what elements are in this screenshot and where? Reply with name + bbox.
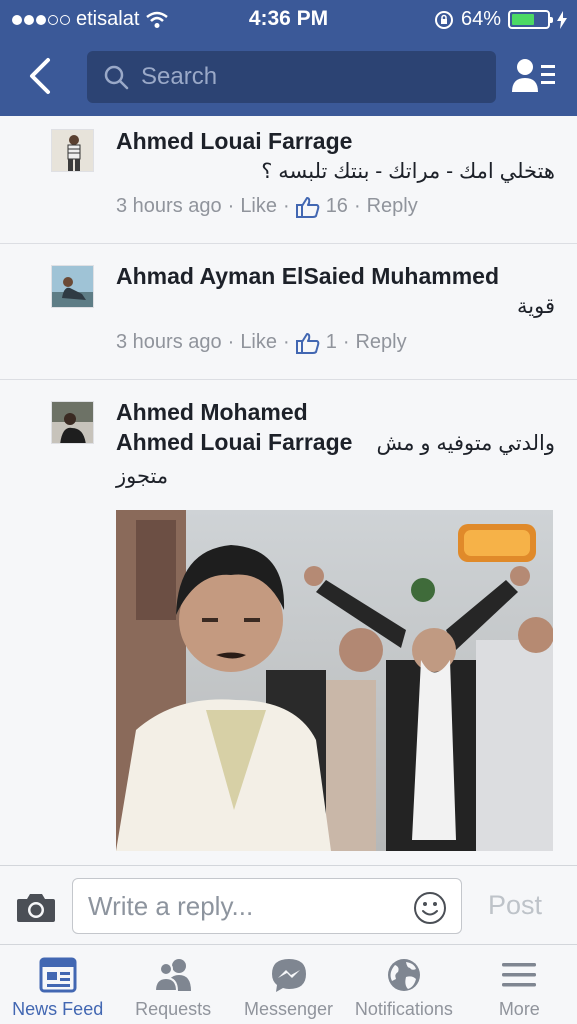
post-button[interactable]: Post — [488, 890, 542, 921]
comment-meta: 3 hours ago · Like · 1 · Reply — [116, 331, 407, 354]
rotation-lock-icon — [434, 10, 453, 29]
comment-gif-image[interactable] — [116, 510, 553, 851]
friends-list-icon[interactable] — [510, 56, 558, 96]
avatar[interactable] — [51, 129, 94, 172]
like-button[interactable]: Like — [240, 195, 277, 218]
tab-notifications[interactable]: Notifications — [346, 945, 461, 1024]
comment-time: 3 hours ago — [116, 195, 222, 217]
like-count: 1 — [325, 331, 337, 353]
comment-text: قوية — [517, 295, 555, 318]
search-input[interactable]: Search — [87, 51, 496, 103]
tab-label: Messenger — [243, 999, 334, 1019]
comment-time: 3 hours ago — [116, 331, 222, 353]
separator: · — [283, 195, 290, 217]
tab-label: News Feed — [12, 999, 104, 1019]
comments-list: Ahmed Louai Farrage هتخلي امك - مراتك - … — [0, 116, 577, 865]
search-placeholder: Search — [141, 63, 218, 90]
reply-composer: Write a reply... Post — [0, 865, 577, 945]
tab-requests[interactable]: Requests — [115, 945, 230, 1024]
comment-author[interactable]: Ahmed Mohamed — [116, 399, 308, 426]
separator: · — [227, 195, 235, 217]
like-count: 16 — [325, 195, 348, 217]
charging-icon — [557, 10, 567, 29]
tab-more[interactable]: More — [462, 945, 577, 1024]
comment-item: Ahmad Ayman ElSaied Muhammed قوية 3 hour… — [0, 244, 577, 380]
avatar[interactable] — [51, 265, 94, 308]
status-bar: etisalat 4:36 PM 64% — [0, 0, 577, 38]
like-thumb-icon — [295, 332, 320, 354]
news-feed-icon — [39, 957, 77, 993]
avatar[interactable] — [51, 401, 94, 444]
comment-text: هتخلي امك - مراتك - بنتك تلبسه ؟ — [261, 160, 555, 183]
separator: · — [227, 331, 235, 353]
reply-input[interactable]: Write a reply... — [72, 878, 462, 934]
separator: · — [353, 195, 361, 217]
tab-label: Notifications — [354, 999, 453, 1019]
battery-icon — [508, 10, 553, 29]
reply-placeholder: Write a reply... — [88, 891, 254, 921]
separator: · — [342, 331, 350, 353]
messenger-icon — [271, 959, 306, 992]
bottom-tab-bar: News Feed Requests Messenger Notificatio… — [0, 945, 577, 1024]
reply-button[interactable]: Reply — [355, 331, 406, 354]
tab-news-feed[interactable]: News Feed — [0, 945, 115, 1024]
tab-messenger[interactable]: Messenger — [231, 945, 346, 1024]
friend-requests-icon — [154, 959, 192, 992]
comment-meta: 3 hours ago · Like · 16 · Reply — [116, 195, 418, 218]
reply-button[interactable]: Reply — [367, 195, 418, 218]
back-arrow-icon[interactable] — [22, 56, 62, 96]
like-button[interactable]: Like — [240, 331, 277, 354]
search-icon — [104, 65, 129, 90]
separator: · — [283, 331, 290, 353]
comment-author[interactable]: Ahmed Louai Farrage — [116, 128, 352, 155]
hamburger-icon — [502, 963, 537, 987]
comment-item: Ahmed Louai Farrage هتخلي امك - مراتك - … — [0, 116, 577, 244]
battery-percent: 64% — [460, 8, 501, 30]
comment-text: متجوز — [116, 465, 169, 488]
globe-icon — [387, 959, 420, 991]
comment-item: Ahmed Mohamed Ahmed Louai Farrage والدتي… — [0, 380, 577, 865]
comment-author[interactable]: Ahmad Ayman ElSaied Muhammed — [116, 263, 499, 290]
camera-icon[interactable] — [16, 891, 56, 923]
sticker-smiley-icon[interactable] — [413, 891, 447, 925]
like-thumb-icon — [295, 196, 320, 218]
tab-label: More — [498, 999, 540, 1019]
app-header: etisalat 4:36 PM 64% Search — [0, 0, 577, 116]
status-right: 64% — [434, 8, 567, 31]
tab-label: Requests — [135, 999, 212, 1019]
mentioned-user[interactable]: Ahmed Louai Farrage — [116, 429, 352, 456]
comment-text: والدتي متوفيه و مش — [376, 432, 555, 455]
